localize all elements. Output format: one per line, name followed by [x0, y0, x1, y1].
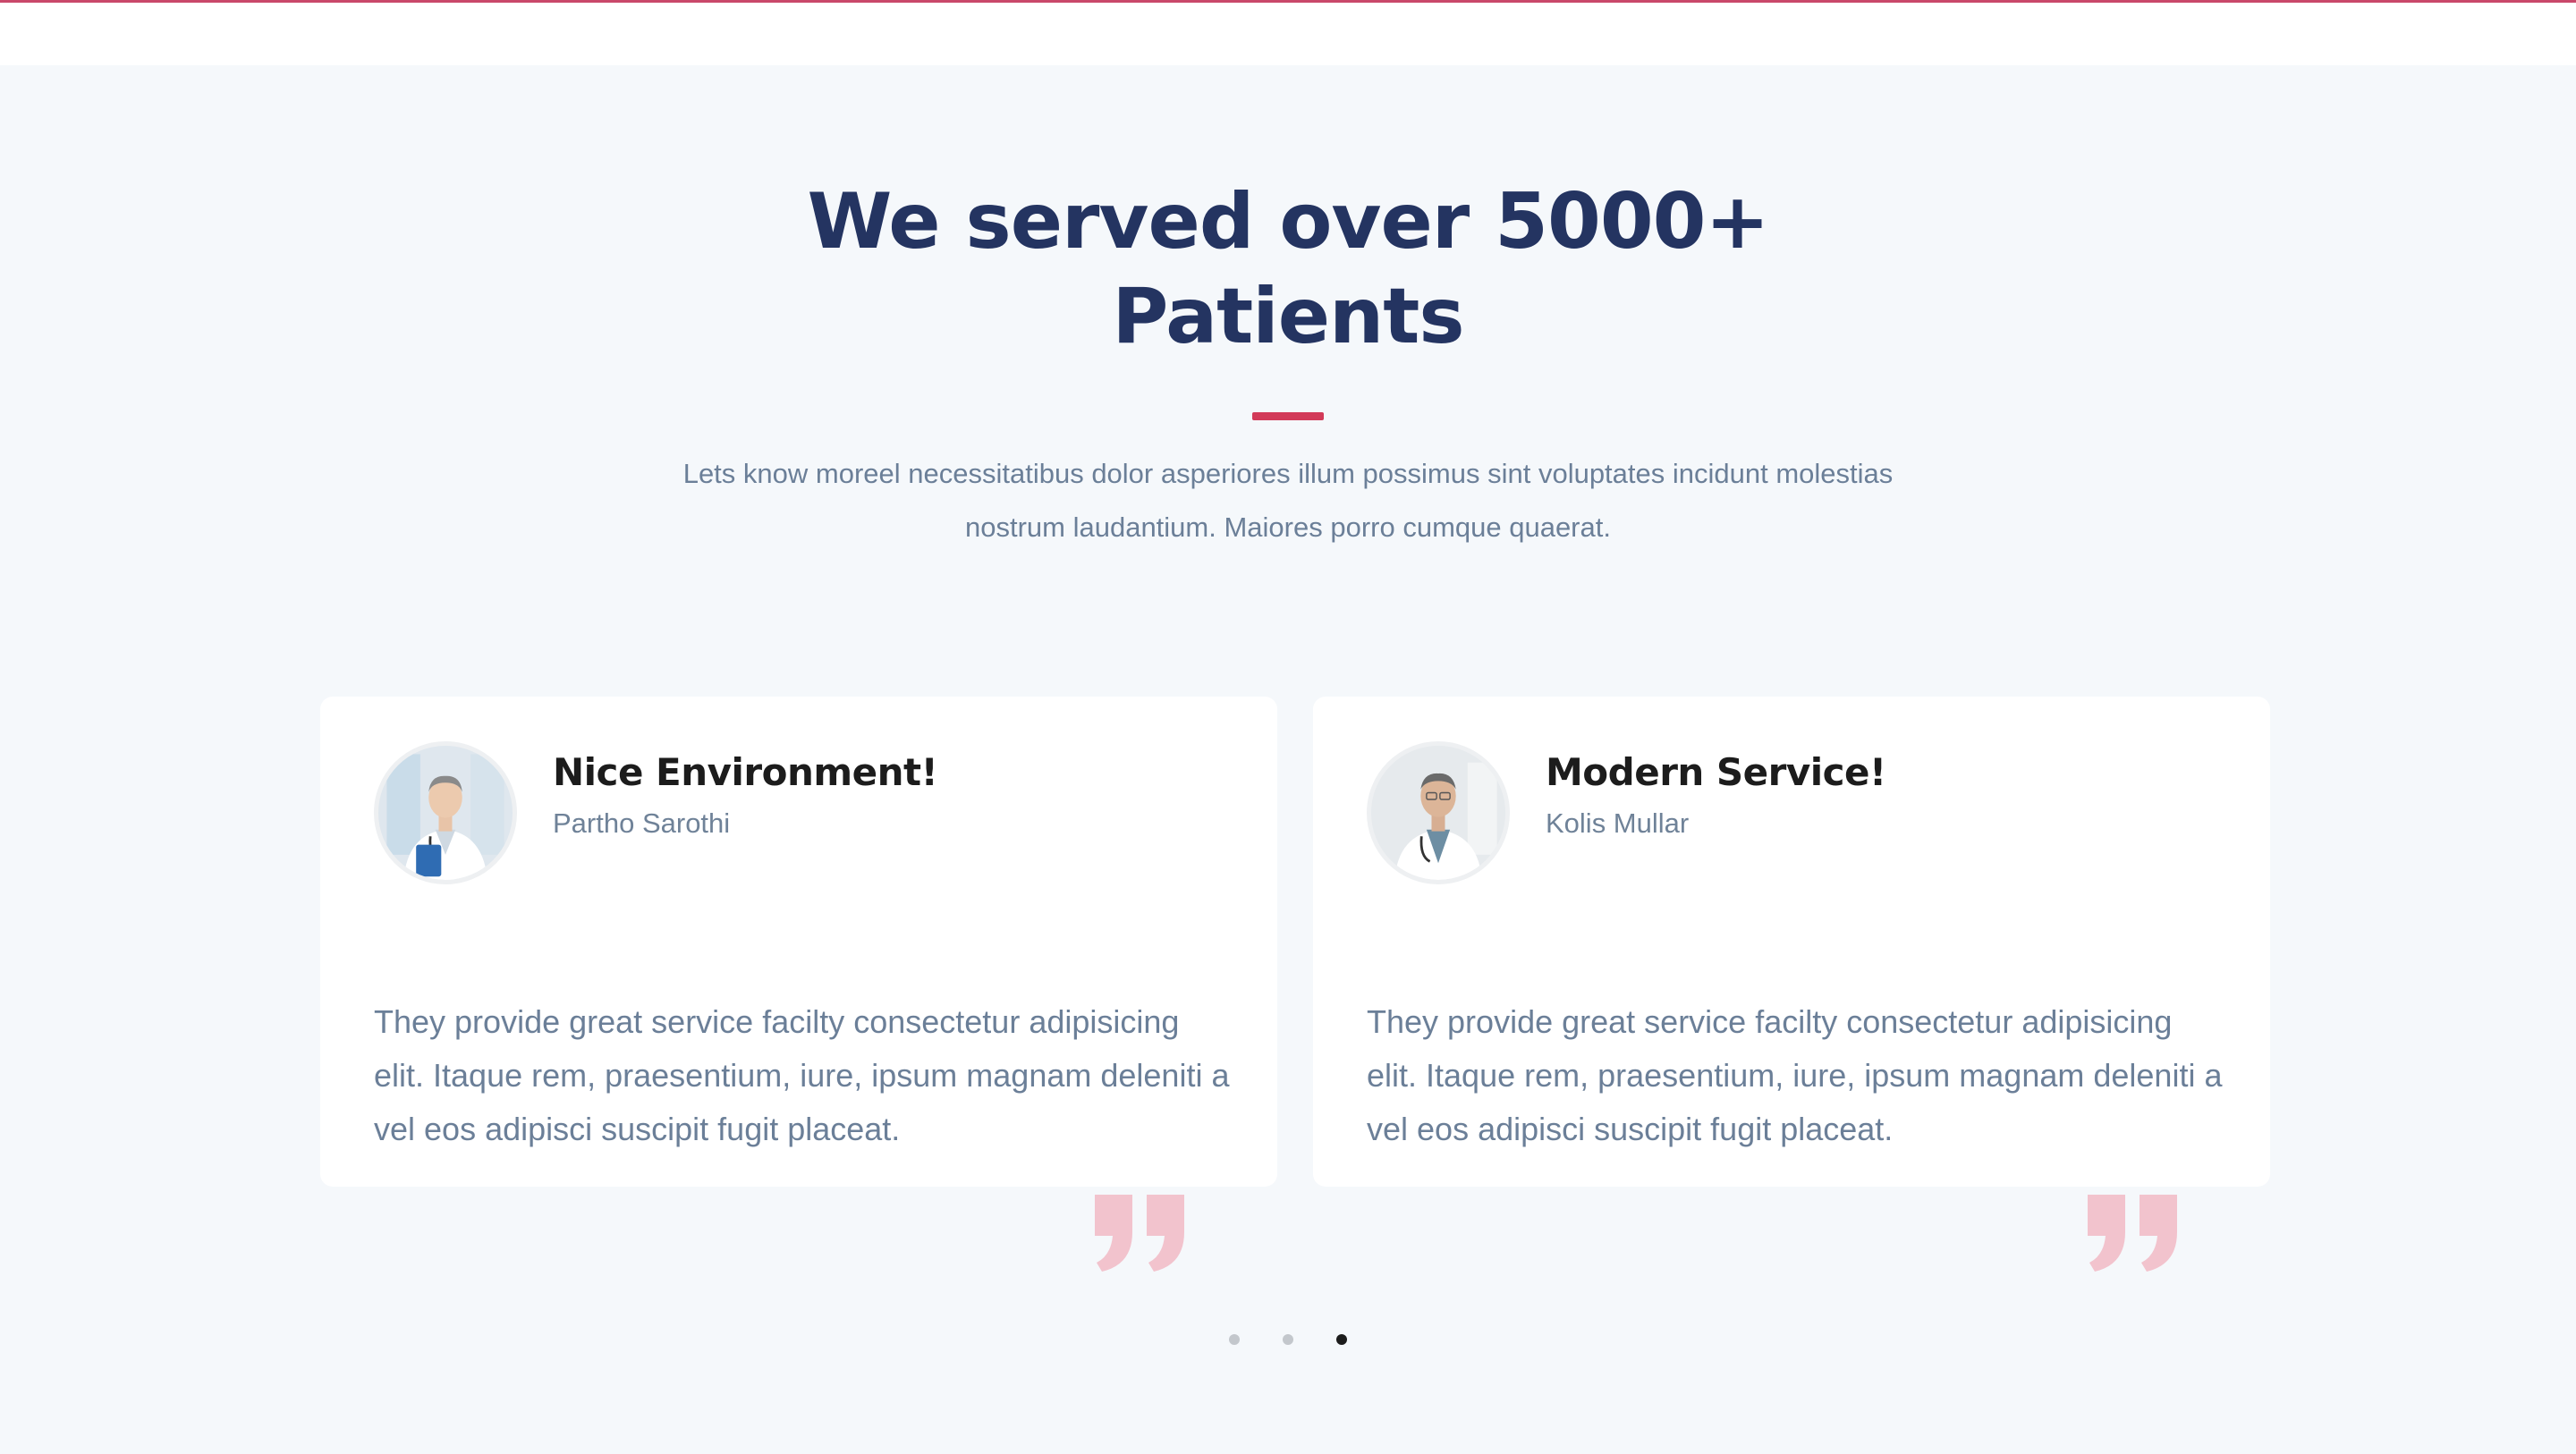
carousel-dot-1[interactable]	[1229, 1334, 1240, 1345]
quote-icon	[2084, 1191, 2182, 1273]
carousel-dot-3[interactable]	[1336, 1334, 1347, 1345]
carousel-pagination	[0, 1334, 2576, 1345]
testimonial-text: They provide great service facilty conse…	[1367, 1003, 2223, 1147]
top-header-bar	[0, 0, 2576, 65]
testimonial-author: Partho Sarothi	[553, 807, 731, 839]
testimonial-text: They provide great service facilty conse…	[374, 1003, 1230, 1147]
section-intro: Lets know moreel necessitatibus dolor as…	[682, 458, 1894, 543]
avatar	[374, 741, 517, 884]
quote-icon	[1091, 1191, 1190, 1273]
title-divider	[1252, 412, 1324, 420]
doctor-photo	[378, 746, 513, 880]
avatar	[1367, 741, 1510, 884]
testimonial-card: Modern Service! Kolis Mullar They provid…	[1313, 697, 2270, 1272]
section-title: We served over 5000+ Patients	[0, 174, 2576, 364]
testimonial-author: Kolis Mullar	[1546, 807, 1690, 839]
section-title-line-2: Patients	[1112, 272, 1464, 361]
testimonial-card: Nice Environment! Partho Sarothi They pr…	[320, 697, 1277, 1272]
doctor-photo	[1371, 746, 1505, 880]
carousel-dot-2[interactable]	[1283, 1334, 1293, 1345]
section-title-line-1: We served over 5000+	[807, 177, 1769, 266]
testimonial-title: Modern Service!	[1546, 750, 1886, 794]
testimonial-title: Nice Environment!	[553, 750, 938, 794]
